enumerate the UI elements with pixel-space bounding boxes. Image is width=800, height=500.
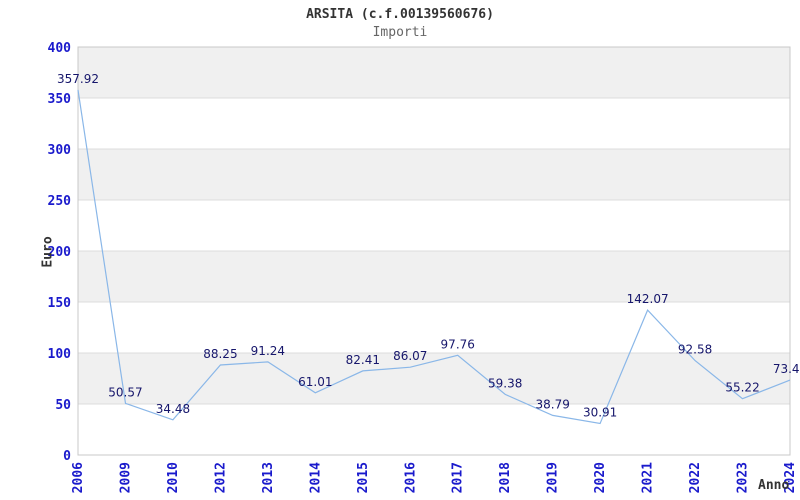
line-chart: ARSITA (c.f.00139560676) Importi 0 50 100 1… [0, 0, 800, 500]
y-tick-label: 300 [48, 143, 72, 158]
x-tick-label: 2018 [498, 462, 513, 493]
x-tick-label: 2020 [593, 462, 608, 493]
data-label: 50.57 [108, 385, 142, 399]
chart-plot-area: 0501001502002503003504002006 2009 2010 2012… [48, 41, 800, 493]
y-tick-label: 0 [63, 449, 71, 464]
data-label: 30.91 [583, 405, 617, 419]
plot-band [78, 200, 790, 251]
data-label: 97.76 [441, 337, 475, 351]
x-tick-label: 2012 [213, 462, 228, 493]
data-label: 91.24 [251, 344, 285, 358]
y-tick-label: 350 [48, 92, 72, 107]
data-label: 357.92 [57, 72, 99, 86]
data-label: 92.58 [678, 343, 712, 357]
x-tick-label: 2013 [261, 462, 276, 493]
data-label: 142.07 [627, 292, 669, 306]
y-axis-title: Euro [40, 236, 56, 268]
y-tick-label: 250 [48, 194, 72, 209]
x-tick-label: 2019 [546, 462, 561, 493]
y-tick-label: 400 [48, 41, 72, 56]
x-tick-label: 2009 [118, 462, 133, 493]
data-label: 73.47 [773, 362, 800, 376]
plot-band [78, 98, 790, 149]
plot-band [78, 149, 790, 200]
data-label: 88.25 [203, 347, 237, 361]
x-tick-label: 2022 [688, 462, 703, 493]
data-label: 38.79 [535, 397, 569, 411]
x-tick-label: 2017 [451, 462, 466, 493]
y-tick-label: 150 [48, 296, 72, 311]
data-label: 55.22 [725, 381, 759, 395]
data-label: 34.48 [156, 402, 190, 416]
data-label: 82.41 [346, 353, 380, 367]
y-tick-label: 50 [55, 398, 71, 413]
x-tick-label: 2014 [308, 462, 323, 493]
x-tick-label: 2015 [356, 462, 371, 493]
x-axis-title: Anno [758, 478, 790, 493]
plot-band [78, 47, 790, 98]
x-tick-label: 2023 [736, 462, 751, 493]
x-tick-label: 2010 [166, 462, 181, 493]
y-tick-label: 100 [48, 347, 72, 362]
data-label: 86.07 [393, 349, 427, 363]
data-label: 59.38 [488, 376, 522, 390]
x-tick-label: 2021 [641, 462, 656, 493]
plot-band [78, 251, 790, 302]
x-tick-label: 2006 [71, 462, 86, 493]
data-label: 61.01 [298, 375, 332, 389]
x-tick-label: 2016 [403, 462, 418, 493]
